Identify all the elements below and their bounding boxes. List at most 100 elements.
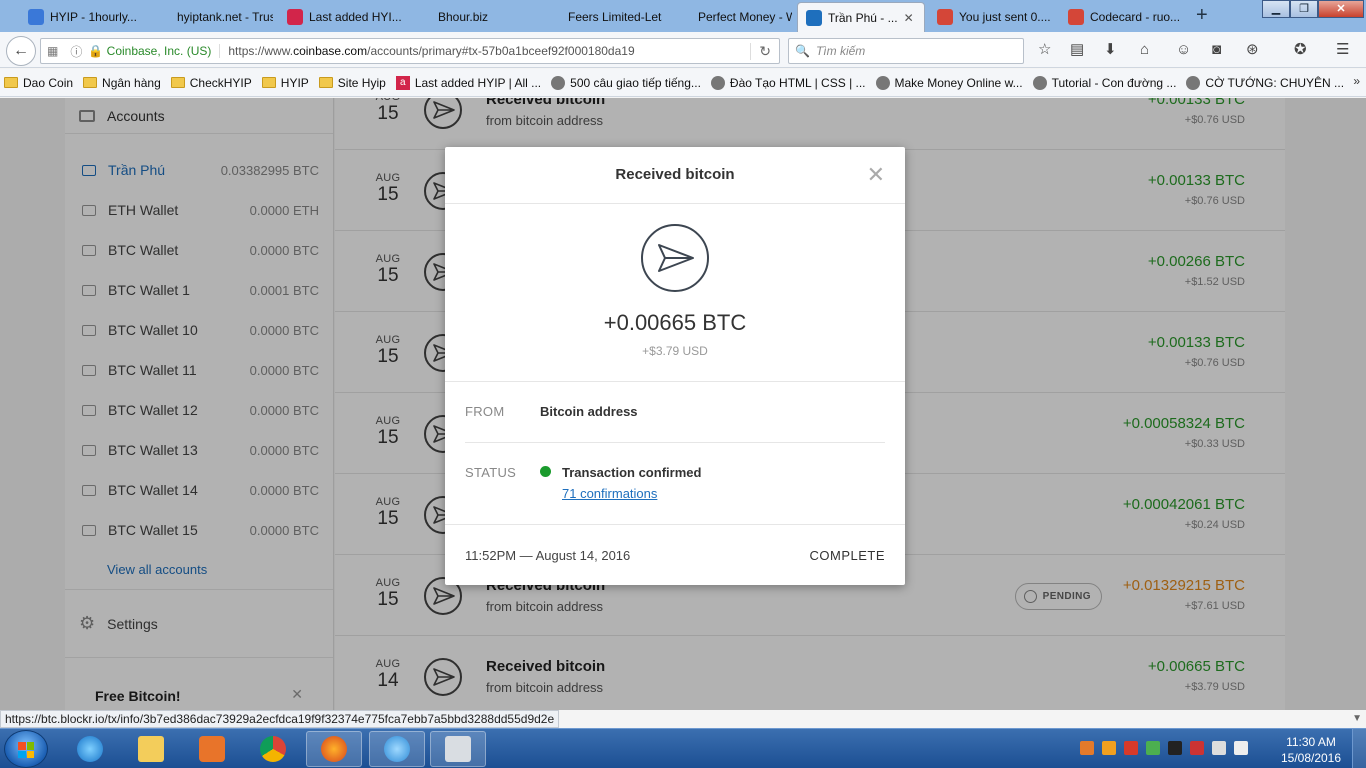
info-icon[interactable]: ⓘ bbox=[64, 43, 88, 60]
taskbar-clock[interactable]: 11:30 AM 15/08/2016 bbox=[1276, 734, 1346, 766]
tab-favicon-icon bbox=[806, 9, 822, 26]
search-input[interactable]: 🔍 Tìm kiếm bbox=[788, 38, 1024, 64]
url-text[interactable]: https://www.coinbase.com/accounts/primar… bbox=[220, 44, 634, 58]
chat-icon[interactable]: ☺ bbox=[1176, 42, 1191, 58]
bookmark-item[interactable]: Dao Coin bbox=[4, 76, 73, 90]
start-button[interactable] bbox=[4, 730, 48, 768]
tab-title: Last added HYI... bbox=[309, 10, 402, 24]
browser-tab[interactable]: You just sent 0.... bbox=[929, 2, 1057, 32]
confirmations-link[interactable]: 71 confirmations bbox=[562, 486, 657, 501]
browser-tab-bar: + ▁ ❐ ✕ HYIP - 1hourly... hyiptank.net - … bbox=[0, 0, 1366, 32]
window-close-button[interactable]: ✕ bbox=[1318, 0, 1364, 18]
bookmark-label: Make Money Online w... bbox=[894, 75, 1023, 90]
show-desktop-button[interactable] bbox=[1352, 729, 1366, 768]
tab-title: You just sent 0.... bbox=[959, 10, 1051, 24]
modal-footer: 11:52PM — August 14, 2016 COMPLETE bbox=[445, 524, 905, 585]
tab-title: Trần Phú - ... bbox=[828, 10, 898, 25]
status-label: STATUS bbox=[465, 465, 517, 480]
tray-media-icon[interactable] bbox=[1102, 741, 1116, 755]
back-arrow-icon: ← bbox=[13, 42, 29, 59]
clock-time: 11:30 AM bbox=[1286, 735, 1336, 749]
url-path: /accounts/primary#tx-57b0a1bceef92f00018… bbox=[367, 44, 635, 58]
extension-icon[interactable]: ✪ bbox=[1294, 42, 1307, 58]
bookmark-label: HYIP bbox=[280, 75, 309, 90]
browser-tab[interactable]: HYIP - 1hourly... bbox=[20, 2, 144, 32]
modal-close-icon[interactable]: ✕ bbox=[867, 147, 885, 203]
taskbar-explorer-icon[interactable] bbox=[123, 731, 179, 767]
url-domain: coinbase.com bbox=[293, 44, 368, 58]
tab-group-icon: ▦ bbox=[47, 44, 59, 58]
site-favicon-icon: a bbox=[395, 75, 410, 90]
adblock-icon[interactable]: ⊛ bbox=[1246, 42, 1259, 58]
transaction-detail-modal: Received bitcoin ✕ +0.00665 BTC +$3.79 U… bbox=[445, 147, 905, 585]
home-icon[interactable]: ⌂ bbox=[1140, 42, 1149, 58]
taskbar-firefox-icon[interactable] bbox=[306, 731, 362, 767]
tray-network-app-icon[interactable] bbox=[1146, 741, 1160, 755]
search-icon: 🔍 bbox=[795, 44, 810, 58]
browser-tab[interactable]: Last added HYI... bbox=[279, 2, 403, 32]
transaction-timestamp: 11:52PM — August 14, 2016 bbox=[465, 548, 631, 563]
bookmark-star-icon[interactable]: ☆ bbox=[1038, 42, 1051, 58]
reading-list-icon[interactable]: ▤ bbox=[1070, 42, 1084, 58]
taskbar-calculator-icon[interactable] bbox=[430, 731, 486, 767]
browser-tab[interactable]: Perfect Money - W... bbox=[668, 2, 792, 32]
reload-icon[interactable]: ↻ bbox=[750, 42, 779, 60]
scroll-down-arrow-icon[interactable]: ▼ bbox=[1352, 713, 1362, 724]
modal-header: Received bitcoin ✕ bbox=[445, 147, 905, 204]
transaction-state: COMPLETE bbox=[809, 548, 885, 563]
secure-site-badge[interactable]: 🔒 Coinbase, Inc. (US) bbox=[88, 44, 221, 58]
tab-favicon-icon bbox=[28, 9, 44, 25]
browser-tab[interactable]: hyiptank.net - Trus... bbox=[147, 2, 273, 32]
tab-title: HYIP - 1hourly... bbox=[50, 10, 137, 24]
tray-flag-icon[interactable] bbox=[1190, 741, 1204, 755]
network-signal-icon[interactable] bbox=[1212, 741, 1226, 755]
menu-hamburger-icon[interactable]: ☰ bbox=[1336, 42, 1349, 58]
bookmark-item[interactable]: Site Hyip bbox=[318, 76, 386, 90]
folder-icon bbox=[170, 77, 185, 88]
system-tray bbox=[1080, 741, 1248, 755]
folder-icon bbox=[261, 77, 276, 88]
tab-close-icon[interactable]: ✕ bbox=[904, 11, 914, 25]
bookmark-item[interactable]: CheckHYIP bbox=[170, 76, 252, 90]
windows-logo-icon bbox=[18, 742, 34, 758]
status-row: STATUS Transaction confirmed 71 confirma… bbox=[465, 443, 885, 523]
bookmark-item[interactable]: HYIP bbox=[261, 75, 309, 90]
back-button[interactable]: ← bbox=[6, 36, 36, 66]
bookmark-item[interactable]: Make Money Online w... bbox=[875, 75, 1023, 90]
bookmark-label: Last added HYIP | All ... bbox=[414, 75, 542, 90]
bookmark-item[interactable]: a Last added HYIP | All ... bbox=[395, 75, 542, 90]
minimize-button[interactable]: ▁ bbox=[1262, 0, 1290, 18]
tray-security-icon[interactable] bbox=[1124, 741, 1138, 755]
tray-monitor-icon[interactable] bbox=[1168, 741, 1182, 755]
taskbar-ie-icon[interactable] bbox=[62, 731, 118, 767]
bookmark-item[interactable]: Ngân hàng bbox=[83, 76, 161, 90]
modal-summary: +0.00665 BTC +$3.79 USD bbox=[445, 204, 905, 382]
maximize-button[interactable]: ❐ bbox=[1290, 0, 1318, 18]
taskbar-media-player-icon[interactable] bbox=[184, 731, 240, 767]
download-icon[interactable]: ⬇ bbox=[1104, 42, 1117, 58]
tray-app-icon[interactable] bbox=[1080, 741, 1094, 755]
pocket-icon[interactable]: ◙ bbox=[1212, 42, 1221, 58]
bookmark-label: Dao Coin bbox=[23, 75, 74, 90]
taskbar-app-icon[interactable] bbox=[369, 731, 425, 767]
site-identity: Coinbase, Inc. (US) bbox=[106, 44, 212, 58]
address-bar[interactable]: ▦ ⓘ 🔒 Coinbase, Inc. (US) https://www.co… bbox=[40, 38, 780, 64]
taskbar-chrome-icon[interactable] bbox=[245, 731, 301, 767]
globe-icon bbox=[710, 75, 725, 90]
bookmark-label: CỜ TƯỚNG: CHUYÊN ... bbox=[1205, 75, 1345, 90]
tab-favicon-icon bbox=[546, 9, 562, 25]
bookmark-item[interactable]: Tutorial - Con đường ... bbox=[1032, 75, 1176, 90]
bookmarks-overflow-icon[interactable]: » bbox=[1353, 74, 1360, 88]
bookmark-item[interactable]: Đào Tạo HTML | CSS | ... bbox=[710, 75, 866, 90]
new-tab-button[interactable]: + bbox=[1196, 4, 1208, 27]
browser-tab[interactable]: Feers Limited-Lets ... bbox=[538, 2, 662, 32]
globe-icon bbox=[875, 75, 890, 90]
tab-favicon-icon bbox=[676, 9, 692, 25]
browser-tab[interactable]: Trần Phú - ... ✕ bbox=[797, 2, 925, 32]
globe-icon bbox=[1186, 75, 1201, 90]
bookmark-item[interactable]: CỜ TƯỚNG: CHUYÊN ... bbox=[1186, 75, 1345, 90]
bookmark-item[interactable]: 500 câu giao tiếp tiếng... bbox=[551, 75, 701, 90]
volume-icon[interactable] bbox=[1234, 741, 1248, 755]
browser-tab[interactable]: Codecard - ruo... bbox=[1060, 2, 1188, 32]
browser-tab[interactable]: Bhour.biz bbox=[408, 2, 532, 32]
